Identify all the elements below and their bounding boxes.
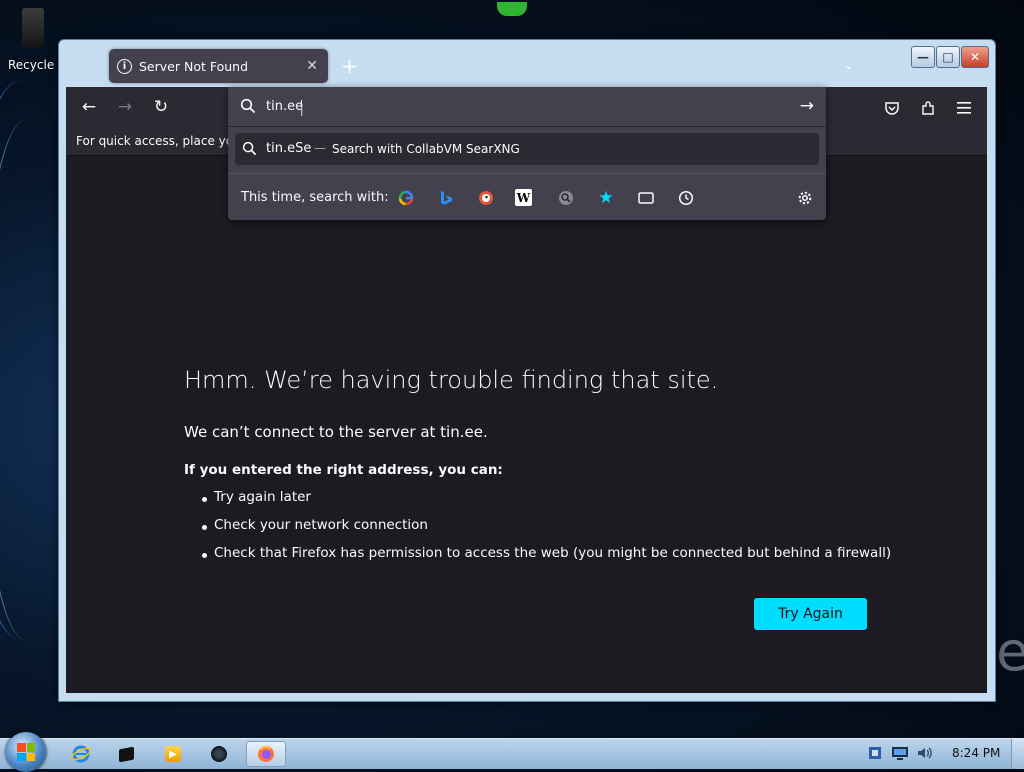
- taskbar-clock[interactable]: 8:24 PM: [952, 746, 1000, 760]
- error-title: Hmm. We’re having trouble finding that s…: [184, 366, 719, 394]
- start-button[interactable]: [6, 732, 46, 772]
- wallpaper-glow: [497, 2, 527, 16]
- searxng-icon[interactable]: [555, 187, 577, 209]
- url-input[interactable]: tin.ee I →: [228, 87, 826, 127]
- tab-title: Server Not Found: [139, 58, 249, 74]
- bookmarks-icon[interactable]: ★: [595, 187, 617, 209]
- taskbar: ▶ 8:24 PM: [0, 732, 1024, 772]
- bing-icon[interactable]: [435, 187, 457, 209]
- show-desktop-button[interactable]: [1011, 739, 1024, 769]
- maximize-button[interactable]: □: [936, 46, 960, 68]
- url-input-value: tin.ee: [266, 99, 304, 114]
- try-again-button[interactable]: Try Again: [754, 598, 867, 630]
- list-all-tabs-button[interactable]: ⌄: [844, 58, 854, 72]
- search-with-label: This time, search with:: [241, 190, 389, 205]
- browser-window: — □ ✕ i Server Not Found ✕ + ⌄ ← → ↻ For…: [58, 39, 996, 702]
- urlbar-popup: tin.ee I → tin.eSe — Search with CollabV…: [228, 87, 826, 220]
- recycle-bin-icon: [22, 8, 44, 48]
- search-icon: [242, 141, 257, 156]
- tab-server-not-found[interactable]: i Server Not Found ✕: [109, 49, 328, 83]
- wikipedia-icon[interactable]: W: [515, 189, 532, 206]
- divider: [228, 173, 826, 174]
- volume-icon[interactable]: [916, 745, 934, 765]
- menu-icon[interactable]: [953, 97, 975, 119]
- close-button[interactable]: ✕: [961, 46, 989, 68]
- reload-button[interactable]: ↻: [147, 95, 175, 119]
- window-controls: — □ ✕: [910, 46, 989, 68]
- suggestion-action: Search with CollabVM SearXNG: [332, 142, 520, 156]
- list-item: Check your network connection: [184, 517, 891, 545]
- go-arrow-icon[interactable]: →: [800, 96, 814, 116]
- firefox-taskbar-button[interactable]: [246, 741, 286, 767]
- bookmarks-toolbar-hint: For quick access, place your bookmarks h…: [76, 134, 228, 148]
- windows-logo-icon: [17, 743, 35, 761]
- new-tab-button[interactable]: +: [341, 54, 358, 78]
- tray-icon[interactable]: [867, 745, 883, 765]
- list-item: Try again later: [184, 489, 891, 517]
- list-item: Check that Firefox has permission to acc…: [184, 545, 891, 573]
- app-icon[interactable]: [202, 741, 236, 767]
- forward-button[interactable]: →: [111, 95, 139, 119]
- history-icon[interactable]: [675, 187, 697, 209]
- wallpaper-logo-fragment: e: [996, 620, 1024, 683]
- error-suggestion-list: Try again later Check your network conne…: [184, 489, 891, 573]
- network-icon[interactable]: [891, 745, 909, 765]
- back-button[interactable]: ←: [75, 95, 103, 119]
- minimize-button[interactable]: —: [911, 46, 935, 68]
- google-icon[interactable]: [395, 187, 417, 209]
- duckduckgo-icon[interactable]: [475, 187, 497, 209]
- ibeam-cursor-icon: I: [300, 105, 304, 119]
- urlbar-suggestion-row[interactable]: tin.eSe — Search with CollabVM SearXNG: [235, 133, 819, 165]
- search-icon: [240, 98, 256, 114]
- app-icon[interactable]: [109, 741, 143, 767]
- extensions-icon[interactable]: [917, 97, 939, 119]
- error-subtitle: We can’t connect to the server at tin.ee…: [184, 423, 488, 441]
- error-list-heading: If you entered the right address, you ca…: [184, 462, 503, 478]
- suggestion-separator: —: [314, 141, 326, 155]
- tabs-icon[interactable]: [635, 187, 657, 209]
- info-icon: i: [117, 58, 132, 74]
- internet-explorer-icon[interactable]: [64, 741, 98, 767]
- browser-content-area: ← → ↻ For quick access, place your bookm…: [66, 87, 987, 693]
- tab-close-icon[interactable]: ✕: [306, 58, 318, 74]
- suggestion-query: tin.eSe: [266, 141, 312, 156]
- gear-icon[interactable]: [794, 187, 816, 209]
- pocket-icon[interactable]: [881, 97, 903, 119]
- media-player-icon[interactable]: ▶: [156, 741, 190, 767]
